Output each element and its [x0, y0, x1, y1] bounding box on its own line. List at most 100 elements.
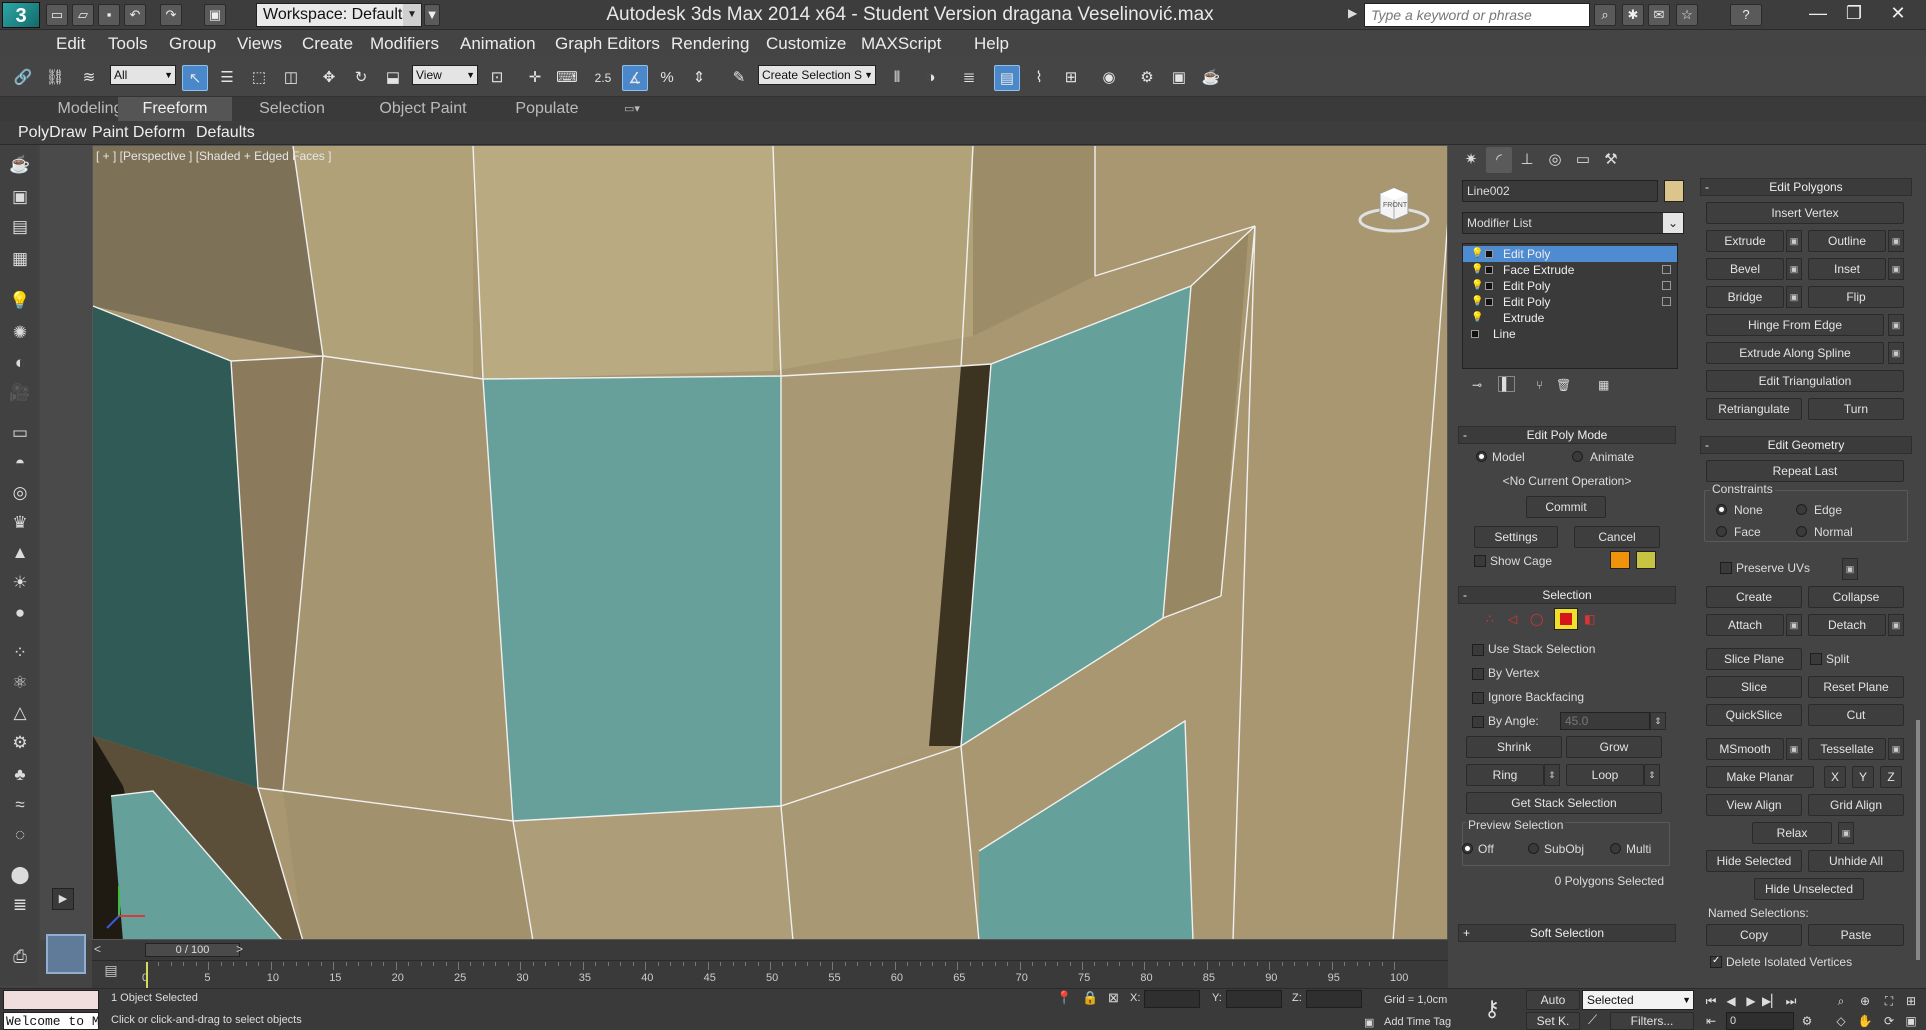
- play-icon[interactable]: ▶: [1742, 992, 1760, 1010]
- angle-input[interactable]: 45.0: [1560, 712, 1650, 730]
- selection-lock-icon[interactable]: 🔒: [1082, 990, 1098, 1006]
- graphite-ribbon-icon[interactable]: ▤: [994, 65, 1020, 91]
- key-filter-dropdown[interactable]: Selected ▼: [1582, 990, 1694, 1010]
- lightbulb-icon[interactable]: 💡: [1471, 262, 1483, 278]
- motion-panel-icon[interactable]: ◎: [1542, 147, 1568, 173]
- remove-modifier-icon[interactable]: 🗑: [1556, 378, 1571, 392]
- hide-selected-button[interactable]: Hide Selected: [1706, 850, 1802, 872]
- cage-color-swatch[interactable]: [1610, 551, 1630, 569]
- film-icon[interactable]: ▤: [7, 215, 33, 239]
- percent-snap-icon[interactable]: %: [654, 65, 680, 91]
- stack-item[interactable]: 💡 Edit Poly: [1463, 294, 1677, 310]
- close-icon[interactable]: ✕: [1880, 2, 1916, 26]
- msmooth-button[interactable]: MSmooth: [1706, 738, 1784, 760]
- shrink-button[interactable]: Shrink: [1466, 736, 1562, 758]
- time-prev-icon[interactable]: <: [94, 942, 101, 956]
- lightbulb-icon[interactable]: 💡: [1471, 278, 1483, 294]
- hinge-settings-icon[interactable]: ▣: [1888, 314, 1904, 336]
- turn-button[interactable]: Turn: [1808, 398, 1904, 420]
- triangle-icon[interactable]: △: [7, 701, 33, 725]
- extrude-button[interactable]: Extrude: [1706, 230, 1784, 252]
- grid-align-button[interactable]: Grid Align: [1808, 794, 1904, 816]
- search-input[interactable]: Type a keyword or phrase: [1364, 3, 1590, 27]
- menu-help[interactable]: Help: [974, 34, 1009, 54]
- show-cage-checkbox[interactable]: [1474, 555, 1486, 567]
- panel-defaults[interactable]: Defaults: [192, 123, 259, 143]
- workspace-arrow-icon[interactable]: ▼: [424, 4, 440, 26]
- flip-button[interactable]: Flip: [1808, 286, 1904, 308]
- delete-isolated-checkbox[interactable]: [1710, 955, 1722, 968]
- tessellate-settings-icon[interactable]: ▣: [1888, 738, 1904, 760]
- ignore-backfacing-checkbox[interactable]: [1472, 692, 1484, 704]
- expand-icon[interactable]: [1471, 330, 1479, 338]
- hemisphere-icon[interactable]: ◓: [7, 451, 33, 475]
- preserve-uvs-checkbox[interactable]: [1720, 562, 1732, 574]
- animate-radio[interactable]: [1572, 451, 1583, 462]
- configure-sets-icon[interactable]: ▦: [1598, 378, 1609, 392]
- modifier-list-dropdown[interactable]: Modifier List ⌄: [1462, 212, 1684, 234]
- ribbon-options-icon[interactable]: ▭▾: [612, 97, 652, 121]
- cone-icon[interactable]: ▲: [7, 541, 33, 565]
- move-icon[interactable]: ✥: [316, 65, 342, 91]
- select-manipulate-icon[interactable]: ✛: [522, 65, 548, 91]
- mirror-icon[interactable]: ⫴: [884, 65, 910, 91]
- rollout-edit-poly-mode[interactable]: - Edit Poly Mode: [1458, 426, 1676, 444]
- zoom-extents-all-icon[interactable]: ⊞: [1902, 992, 1920, 1010]
- expand-icon[interactable]: [1485, 266, 1493, 274]
- ring-spinner[interactable]: ⇕: [1544, 764, 1560, 786]
- rollout-selection[interactable]: - Selection: [1458, 586, 1676, 604]
- stack-item[interactable]: 💡 Edit Poly: [1463, 246, 1677, 262]
- tab-populate[interactable]: Populate: [492, 97, 602, 121]
- create-button[interactable]: Create: [1706, 586, 1802, 608]
- lightbulb-icon[interactable]: 💡: [1471, 294, 1483, 310]
- copy-button[interactable]: Copy: [1706, 924, 1802, 946]
- snaps-toggle-icon[interactable]: 2.5: [590, 65, 616, 91]
- loop-button[interactable]: Loop: [1566, 764, 1644, 786]
- y-coordinate-field[interactable]: [1226, 990, 1282, 1008]
- time-tag-icon[interactable]: ▣: [1364, 1016, 1374, 1029]
- save-icon[interactable]: ▪: [98, 4, 120, 26]
- inset-settings-icon[interactable]: ▣: [1888, 258, 1904, 280]
- link-icon[interactable]: 🔗: [10, 65, 36, 91]
- time-cursor[interactable]: [146, 962, 148, 988]
- quickslice-button[interactable]: QuickSlice: [1706, 704, 1802, 726]
- redo-icon[interactable]: ↷: [160, 4, 182, 26]
- camera-icon[interactable]: 🎥: [7, 381, 33, 405]
- time-config-icon[interactable]: ⚙: [1798, 1012, 1816, 1030]
- stack-item[interactable]: 💡 Face Extrude: [1463, 262, 1677, 278]
- planar-z-button[interactable]: Z: [1880, 766, 1902, 788]
- render-teapot-icon[interactable]: ☕: [1198, 65, 1224, 91]
- reference-coordinate-dropdown[interactable]: View ▼: [412, 65, 478, 85]
- lightbulb-icon[interactable]: 💡: [1471, 310, 1483, 326]
- settings-button[interactable]: Settings: [1474, 526, 1558, 548]
- rollout-edit-geometry[interactable]: - Edit Geometry: [1700, 436, 1912, 454]
- modifier-stack[interactable]: 💡 Edit Poly 💡 Face Extrude 💡 Edit Poly 💡 Edi…: [1462, 243, 1678, 369]
- commit-button[interactable]: Commit: [1526, 496, 1606, 518]
- by-vertex-checkbox[interactable]: [1472, 668, 1484, 680]
- slice-plane-button[interactable]: Slice Plane: [1706, 648, 1802, 670]
- modify-panel-icon[interactable]: ◜: [1486, 147, 1512, 173]
- sphere-icon[interactable]: ●: [7, 601, 33, 625]
- key-mode-icon[interactable]: ⇤: [1702, 1012, 1720, 1030]
- preview-off-radio[interactable]: [1462, 843, 1473, 854]
- slice-button[interactable]: Slice: [1706, 676, 1802, 698]
- new-file-icon[interactable]: ▭: [46, 4, 68, 26]
- plane-icon[interactable]: ▭: [7, 421, 33, 445]
- key-tangent-icon[interactable]: ⟋: [1588, 1012, 1597, 1028]
- expand-icon[interactable]: [1485, 250, 1493, 258]
- menu-rendering[interactable]: Rendering: [671, 34, 749, 54]
- hair-fur-icon[interactable]: ≈: [7, 793, 33, 817]
- cage-selected-color-swatch[interactable]: [1636, 551, 1656, 569]
- time-slider[interactable]: 0 / 100: [145, 943, 240, 957]
- light-icon[interactable]: 💡: [7, 289, 33, 313]
- ball-icon[interactable]: ⬤: [7, 863, 33, 887]
- repeat-last-button[interactable]: Repeat Last: [1706, 460, 1904, 482]
- bridge-settings-icon[interactable]: ▣: [1786, 286, 1802, 308]
- communication-icon[interactable]: ✉: [1648, 4, 1670, 26]
- get-stack-selection-button[interactable]: Get Stack Selection: [1466, 792, 1662, 814]
- stack-item[interactable]: 💡 Edit Poly: [1463, 278, 1677, 294]
- vertex-mode-icon[interactable]: ∴: [1486, 612, 1494, 626]
- curve-editor-icon[interactable]: ⌇: [1026, 65, 1052, 91]
- layer-manager-icon[interactable]: ≣: [956, 65, 982, 91]
- preview-multi-radio[interactable]: [1610, 843, 1621, 854]
